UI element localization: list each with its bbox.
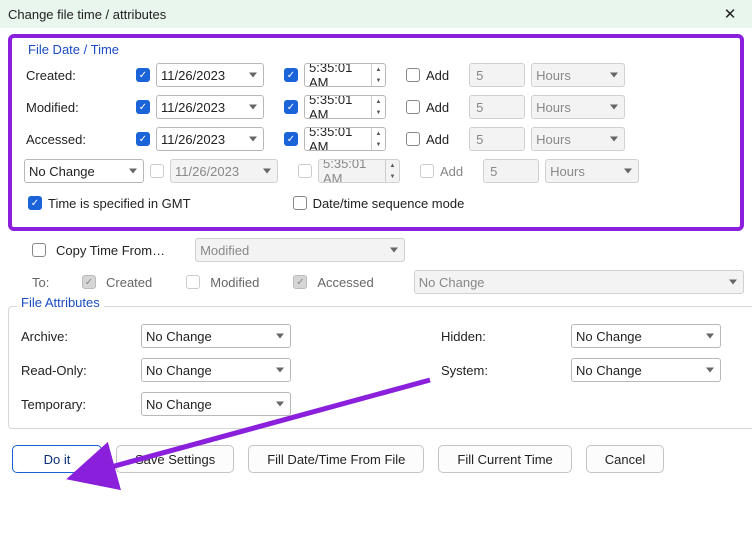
checkbox-gmt[interactable]: ✓ bbox=[28, 196, 42, 210]
select-temporary[interactable]: No Change bbox=[141, 392, 291, 416]
select-system[interactable]: No Change bbox=[571, 358, 721, 382]
label-modified: Modified: bbox=[20, 100, 130, 115]
label-temporary: Temporary: bbox=[21, 397, 141, 412]
label-to-created: Created bbox=[106, 275, 152, 290]
row-created: Created: ✓ 11/26/2023 ✓ 5:35:01 AM▲▼ Add… bbox=[20, 59, 732, 91]
checkbox-modified-time[interactable]: ✓ bbox=[284, 100, 298, 114]
cancel-button[interactable]: Cancel bbox=[586, 445, 664, 473]
checkbox-created-date[interactable]: ✓ bbox=[136, 68, 150, 82]
select-archive[interactable]: No Change bbox=[141, 324, 291, 348]
select-hidden[interactable]: No Change bbox=[571, 324, 721, 348]
label-readonly: Read-Only: bbox=[21, 363, 141, 378]
add-unit-accessed[interactable]: Hours bbox=[531, 127, 625, 151]
copy-mode-select[interactable]: No Change bbox=[414, 270, 744, 294]
label-created: Created: bbox=[20, 68, 130, 83]
file-attributes-group: File Attributes Archive: No Change Hidde… bbox=[8, 299, 752, 429]
titlebar: Change file time / attributes ✕ bbox=[0, 0, 752, 28]
file-date-time-heading: File Date / Time bbox=[20, 42, 732, 57]
label-add: Add bbox=[426, 132, 449, 147]
fill-current-time-button[interactable]: Fill Current Time bbox=[438, 445, 571, 473]
time-modified[interactable]: 5:35:01 AM▲▼ bbox=[304, 95, 386, 119]
file-attributes-heading: File Attributes bbox=[17, 295, 104, 310]
extra-select[interactable]: No Change bbox=[24, 159, 144, 183]
date-modified[interactable]: 11/26/2023 bbox=[156, 95, 264, 119]
chevron-down-icon: ▼ bbox=[386, 171, 399, 182]
time-extra: 5:35:01 AM▲▼ bbox=[318, 159, 400, 183]
label-to-modified: Modified bbox=[210, 275, 259, 290]
label-sequence: Date/time sequence mode bbox=[313, 196, 465, 211]
date-extra: 11/26/2023 bbox=[170, 159, 278, 183]
close-icon[interactable]: ✕ bbox=[716, 5, 744, 23]
add-value-extra: 5 bbox=[483, 159, 539, 183]
chevron-up-icon[interactable]: ▲ bbox=[372, 64, 385, 75]
row-modified: Modified: ✓ 11/26/2023 ✓ 5:35:01 AM▲▼ Ad… bbox=[20, 91, 732, 123]
add-value-created[interactable]: 5 bbox=[469, 63, 525, 87]
row-copy-from: Copy Time From… Modified bbox=[8, 235, 744, 265]
chevron-up-icon: ▲ bbox=[386, 160, 399, 171]
checkbox-extra-date[interactable] bbox=[150, 164, 164, 178]
row-options: ✓ Time is specified in GMT Date/time seq… bbox=[20, 187, 732, 219]
checkbox-modified-add[interactable] bbox=[406, 100, 420, 114]
label-add: Add bbox=[440, 164, 463, 179]
checkbox-extra-time[interactable] bbox=[298, 164, 312, 178]
label-archive: Archive: bbox=[21, 329, 141, 344]
add-unit-created[interactable]: Hours bbox=[531, 63, 625, 87]
fill-from-file-button[interactable]: Fill Date/Time From File bbox=[248, 445, 424, 473]
date-accessed[interactable]: 11/26/2023 bbox=[156, 127, 264, 151]
file-date-time-group: File Date / Time Created: ✓ 11/26/2023 ✓… bbox=[8, 34, 744, 231]
checkbox-copy-from[interactable] bbox=[32, 243, 46, 257]
copy-from-select[interactable]: Modified bbox=[195, 238, 405, 262]
label-add: Add bbox=[426, 68, 449, 83]
row-extra: No Change 11/26/2023 5:35:01 AM▲▼ Add 5 … bbox=[20, 155, 732, 187]
time-created[interactable]: 5:35:01 AM▲▼ bbox=[304, 63, 386, 87]
button-bar: Do it Save Settings Fill Date/Time From … bbox=[0, 435, 752, 487]
do-it-button[interactable]: Do it bbox=[12, 445, 102, 473]
label-gmt: Time is specified in GMT bbox=[48, 196, 191, 211]
label-system: System: bbox=[441, 363, 571, 378]
select-readonly[interactable]: No Change bbox=[141, 358, 291, 382]
checkbox-accessed-date[interactable]: ✓ bbox=[136, 132, 150, 146]
add-value-modified[interactable]: 5 bbox=[469, 95, 525, 119]
label-copy-from: Copy Time From… bbox=[56, 243, 165, 258]
checkbox-to-accessed[interactable]: ✓ bbox=[293, 275, 307, 289]
chevron-down-icon[interactable]: ▼ bbox=[372, 107, 385, 118]
date-created[interactable]: 11/26/2023 bbox=[156, 63, 264, 87]
label-to-accessed: Accessed bbox=[317, 275, 373, 290]
add-unit-extra: Hours bbox=[545, 159, 639, 183]
row-accessed: Accessed: ✓ 11/26/2023 ✓ 5:35:01 AM▲▼ Ad… bbox=[20, 123, 732, 155]
checkbox-created-time[interactable]: ✓ bbox=[284, 68, 298, 82]
checkbox-accessed-add[interactable] bbox=[406, 132, 420, 146]
checkbox-accessed-time[interactable]: ✓ bbox=[284, 132, 298, 146]
checkbox-created-add[interactable] bbox=[406, 68, 420, 82]
label-add: Add bbox=[426, 100, 449, 115]
chevron-up-icon[interactable]: ▲ bbox=[372, 128, 385, 139]
chevron-down-icon[interactable]: ▼ bbox=[372, 139, 385, 150]
row-copy-to: To: ✓ Created Modified ✓ Accessed No Cha… bbox=[8, 267, 744, 297]
checkbox-modified-date[interactable]: ✓ bbox=[136, 100, 150, 114]
label-accessed: Accessed: bbox=[20, 132, 130, 147]
window-title: Change file time / attributes bbox=[8, 7, 716, 22]
label-to: To: bbox=[32, 275, 72, 290]
checkbox-to-modified[interactable] bbox=[186, 275, 200, 289]
chevron-up-icon[interactable]: ▲ bbox=[372, 96, 385, 107]
chevron-down-icon[interactable]: ▼ bbox=[372, 75, 385, 86]
checkbox-sequence[interactable] bbox=[293, 196, 307, 210]
add-value-accessed[interactable]: 5 bbox=[469, 127, 525, 151]
save-settings-button[interactable]: Save Settings bbox=[116, 445, 234, 473]
label-hidden: Hidden: bbox=[441, 329, 571, 344]
add-unit-modified[interactable]: Hours bbox=[531, 95, 625, 119]
time-accessed[interactable]: 5:35:01 AM▲▼ bbox=[304, 127, 386, 151]
checkbox-to-created[interactable]: ✓ bbox=[82, 275, 96, 289]
checkbox-extra-add[interactable] bbox=[420, 164, 434, 178]
